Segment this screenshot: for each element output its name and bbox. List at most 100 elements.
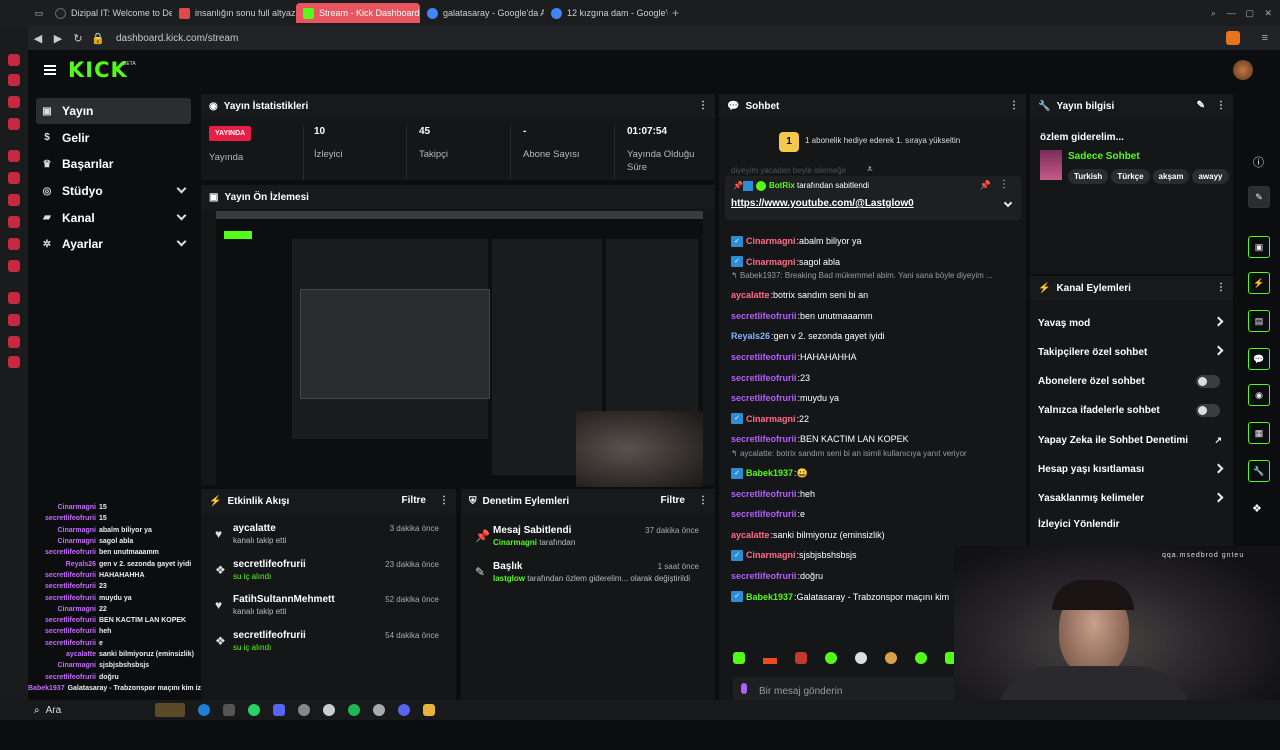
more-options-icon[interactable]: ⋮ (1216, 282, 1226, 293)
more-options-icon[interactable]: ⋮ (698, 100, 708, 111)
tag[interactable]: Türkçe (1111, 169, 1150, 184)
spotify-icon[interactable] (348, 704, 361, 716)
sidebar-app-icon[interactable] (8, 150, 20, 162)
obs-icon[interactable] (323, 704, 336, 716)
chat-username[interactable]: Cinarmagni (746, 414, 796, 424)
channel-action-row[interactable]: Yapay Zeka ile Sohbet Denetimi ↗ (1038, 433, 1228, 447)
chevron-down-icon[interactable] (176, 210, 187, 221)
widget-icon[interactable] (155, 703, 186, 717)
chat-username[interactable]: secretlifeofrurii (731, 571, 797, 581)
chat-username[interactable]: Cinarmagni (746, 257, 796, 267)
tab-menu-icon[interactable]: ▭ (30, 8, 48, 19)
browser-tab[interactable]: 12 kızgına dam - Google'd (544, 3, 668, 23)
category-name[interactable]: Sadece Sohbet (1068, 151, 1140, 162)
app-icon[interactable] (223, 704, 236, 716)
broadcast-toggle-icon[interactable]: ◉ (1248, 384, 1270, 406)
emote-icon[interactable] (733, 652, 745, 664)
more-options-icon[interactable]: ⋮ (439, 495, 449, 506)
folder-icon[interactable] (423, 704, 436, 716)
sidebar-app-icon[interactable] (8, 292, 20, 304)
chevron-down-icon[interactable] (1003, 198, 1013, 208)
emote-icon[interactable] (915, 652, 927, 664)
chat-username[interactable]: aycalatte (731, 290, 770, 300)
more-options-icon[interactable]: ⋮ (698, 495, 708, 506)
moderation-row[interactable]: 📌 Mesaj Sabitlendi Cinarmagni tarafından… (461, 523, 711, 559)
mod-toggle-icon[interactable]: ▦ (1248, 422, 1270, 444)
chat-username[interactable]: secretlifeofrurii (731, 352, 797, 362)
more-options-icon[interactable]: ⋮ (999, 179, 1009, 190)
menu-icon[interactable] (44, 65, 56, 75)
channel-action-row[interactable]: Takipçilere özel sohbet (1038, 345, 1228, 359)
filter-button[interactable]: Filtre (402, 495, 426, 506)
search-icon[interactable]: ⌕ (34, 705, 40, 716)
forward-icon[interactable]: ▶ (48, 32, 68, 45)
emote-icon[interactable] (855, 652, 867, 664)
sidebar-app-icon[interactable] (8, 96, 20, 108)
nav-item-kanal[interactable]: ▰ Kanal (36, 205, 191, 231)
browser-tab-active[interactable]: Stream - Kick Dashboard (296, 3, 420, 23)
nav-item-ayarlar[interactable]: ✲ Ayarlar (36, 231, 191, 257)
edit-layout-icon[interactable]: ✎ (1248, 186, 1270, 208)
avatar[interactable] (1233, 60, 1253, 80)
chevron-right-icon[interactable] (1213, 316, 1224, 327)
unpin-icon[interactable]: 📌 (980, 180, 991, 191)
emote-icon[interactable] (885, 652, 897, 664)
chat-username[interactable]: Babek1937 (746, 468, 793, 478)
chat-username[interactable]: Cinarmagni (746, 550, 796, 560)
notes-toggle-icon[interactable]: ▤ (1248, 310, 1270, 332)
search-icon[interactable]: ⌕ (1211, 8, 1216, 19)
whatsapp-icon[interactable] (8, 194, 20, 206)
nav-item-yayin[interactable]: ▣ Yayın (36, 98, 191, 124)
extension-icon[interactable] (1226, 31, 1240, 45)
activity-row[interactable]: ❖ secretlifeofrurii su iç alındı 23 daki… (201, 557, 451, 593)
pinned-user[interactable]: BotRix (769, 181, 795, 190)
chat-toggle-icon[interactable]: 💬 (1248, 348, 1270, 370)
discord-icon[interactable] (8, 260, 20, 272)
channel-action-row[interactable]: Yalnızca ifadelerle sohbet (1038, 403, 1228, 418)
info-icon[interactable]: ⓘ (1253, 154, 1264, 170)
browser-tab[interactable]: insanlığın sonu full altyaz (172, 3, 296, 23)
chat-username[interactable]: secretlifeofrurii (731, 434, 797, 444)
teams-icon[interactable] (273, 704, 286, 716)
chevron-down-icon[interactable] (176, 236, 187, 247)
toggle-switch[interactable] (1196, 374, 1220, 388)
chevron-right-icon[interactable] (1213, 492, 1224, 503)
browser-tab[interactable]: galatasaray - Google'da A (420, 3, 544, 23)
emote-icon[interactable] (763, 658, 777, 664)
more-options-icon[interactable]: ⋮ (1216, 100, 1226, 111)
pinned-link[interactable]: https://www.youtube.com/@Lastglow0 (731, 198, 914, 209)
edge-icon[interactable] (198, 704, 211, 716)
kick-icon[interactable]: ❖ (1252, 502, 1262, 515)
channel-action-row[interactable]: Abonelere özel sohbet (1038, 374, 1228, 389)
reload-icon[interactable]: ↻ (68, 32, 88, 45)
tag[interactable]: akşam (1152, 169, 1190, 184)
tag[interactable]: awayy (1192, 169, 1229, 184)
nav-item-basarilar[interactable]: ♛ Başarılar (36, 151, 191, 177)
kick-logo[interactable]: KICK (68, 58, 128, 82)
stream-preview-video[interactable] (216, 211, 703, 487)
close-icon[interactable]: ✕ (1264, 8, 1272, 19)
activity-name[interactable]: aycalatte (233, 523, 276, 534)
channel-action-row[interactable]: Yavaş mod (1038, 316, 1228, 330)
sidebar-app-icon[interactable] (8, 54, 20, 66)
activity-toggle-icon[interactable]: ⚡ (1248, 272, 1270, 294)
chat-username[interactable]: Babek1937 (746, 592, 793, 602)
chevron-right-icon[interactable] (1213, 345, 1224, 356)
chat-username[interactable]: secretlifeofrurii (731, 393, 797, 403)
chat-username[interactable]: aycalatte (731, 530, 770, 540)
maximize-icon[interactable]: ▢ (1245, 8, 1254, 19)
filter-button[interactable]: Filtre (661, 495, 685, 506)
whatsapp-icon[interactable] (248, 704, 261, 716)
x-icon[interactable] (8, 238, 20, 250)
activity-name[interactable]: FatihSultannMehmett (233, 594, 335, 605)
back-icon[interactable]: ◀ (28, 32, 48, 45)
chat-username[interactable]: Cinarmagni (746, 236, 796, 246)
microphone-icon[interactable] (741, 683, 747, 694)
minimize-icon[interactable]: — (1227, 8, 1236, 18)
emote-icon[interactable] (795, 652, 807, 664)
discord-icon[interactable] (398, 704, 411, 716)
settings-icon[interactable] (8, 356, 20, 368)
more-icon[interactable]: ≡ (1262, 32, 1268, 44)
activity-name[interactable]: secretlifeofrurii (233, 630, 306, 641)
instagram-icon[interactable] (8, 216, 20, 228)
